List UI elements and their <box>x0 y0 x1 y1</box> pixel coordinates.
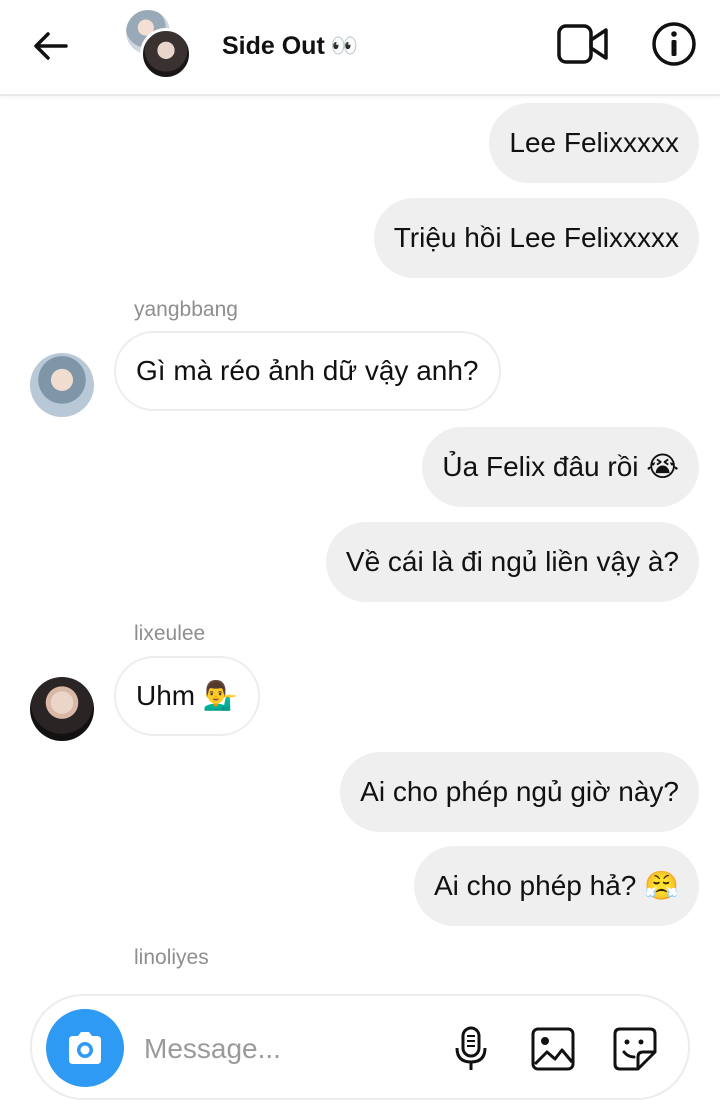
microphone-icon <box>455 1026 487 1070</box>
chat-header: Side Out 👀 <box>0 0 720 96</box>
avatar-yangbbang[interactable] <box>30 353 94 417</box>
sender-name: lixeulee <box>134 622 206 645</box>
avatar-lixeulee[interactable] <box>30 677 94 741</box>
message-composer <box>30 994 690 1100</box>
info-icon <box>652 22 696 66</box>
message-text: Ai cho phép ngủ giờ này? <box>360 776 679 807</box>
video-camera-icon <box>557 24 608 64</box>
message-outgoing[interactable]: Ai cho phép hả? 😤 <box>413 846 699 926</box>
message-outgoing[interactable]: Ai cho phép ngủ giờ này? <box>340 752 699 832</box>
message-text: Về cái là đi ngủ liền vậy à? <box>345 546 679 577</box>
sticker-button[interactable] <box>612 1026 658 1072</box>
message-incoming[interactable]: Gì mà réo ảnh dữ vậy anh? <box>114 331 501 411</box>
message-text: Gì mà réo ảnh dữ vậy anh? <box>136 355 479 386</box>
message-text: Triệu hồi Lee Felixxxxx <box>393 222 679 253</box>
sender-name: linoliyes <box>134 946 209 969</box>
info-button[interactable] <box>650 20 698 68</box>
message-text: Ủa Felix đâu rồi <box>442 451 639 482</box>
message-text: Ai cho phép hả? <box>433 870 637 901</box>
camera-button[interactable] <box>46 1009 124 1087</box>
message-text: Lee Felixxxxx <box>509 127 679 158</box>
voice-message-button[interactable] <box>448 1026 494 1072</box>
eyes-emoji: 👀 <box>330 34 359 59</box>
message-input[interactable] <box>144 1029 424 1069</box>
steam-face-emoji: 😤 <box>644 869 679 902</box>
message-outgoing[interactable]: Về cái là đi ngủ liền vậy à? <box>325 522 699 602</box>
chat-title[interactable]: Side Out 👀 <box>222 32 358 61</box>
back-arrow-icon <box>34 32 68 60</box>
crying-face-emoji: 😭 <box>646 450 679 483</box>
video-call-button[interactable] <box>556 22 610 66</box>
message-outgoing[interactable]: Lee Felixxxxx <box>489 103 699 183</box>
group-avatar[interactable] <box>124 10 194 80</box>
camera-icon <box>69 1032 101 1064</box>
group-avatar-front <box>140 28 192 80</box>
gallery-button[interactable] <box>530 1026 576 1072</box>
image-icon <box>531 1027 575 1071</box>
message-outgoing[interactable]: Ủa Felix đâu rồi 😭 <box>422 427 699 507</box>
sticker-icon <box>613 1027 657 1071</box>
back-button[interactable] <box>30 26 70 66</box>
message-text: Uhm <box>136 680 196 711</box>
chat-title-text: Side Out <box>222 32 325 60</box>
message-outgoing[interactable]: Triệu hồi Lee Felixxxxx <box>373 198 699 278</box>
sender-name: yangbbang <box>134 298 238 321</box>
person-tipping-hand-emoji: 💁‍♂️ <box>202 679 238 712</box>
message-incoming[interactable]: Uhm 💁‍♂️ <box>114 656 260 736</box>
